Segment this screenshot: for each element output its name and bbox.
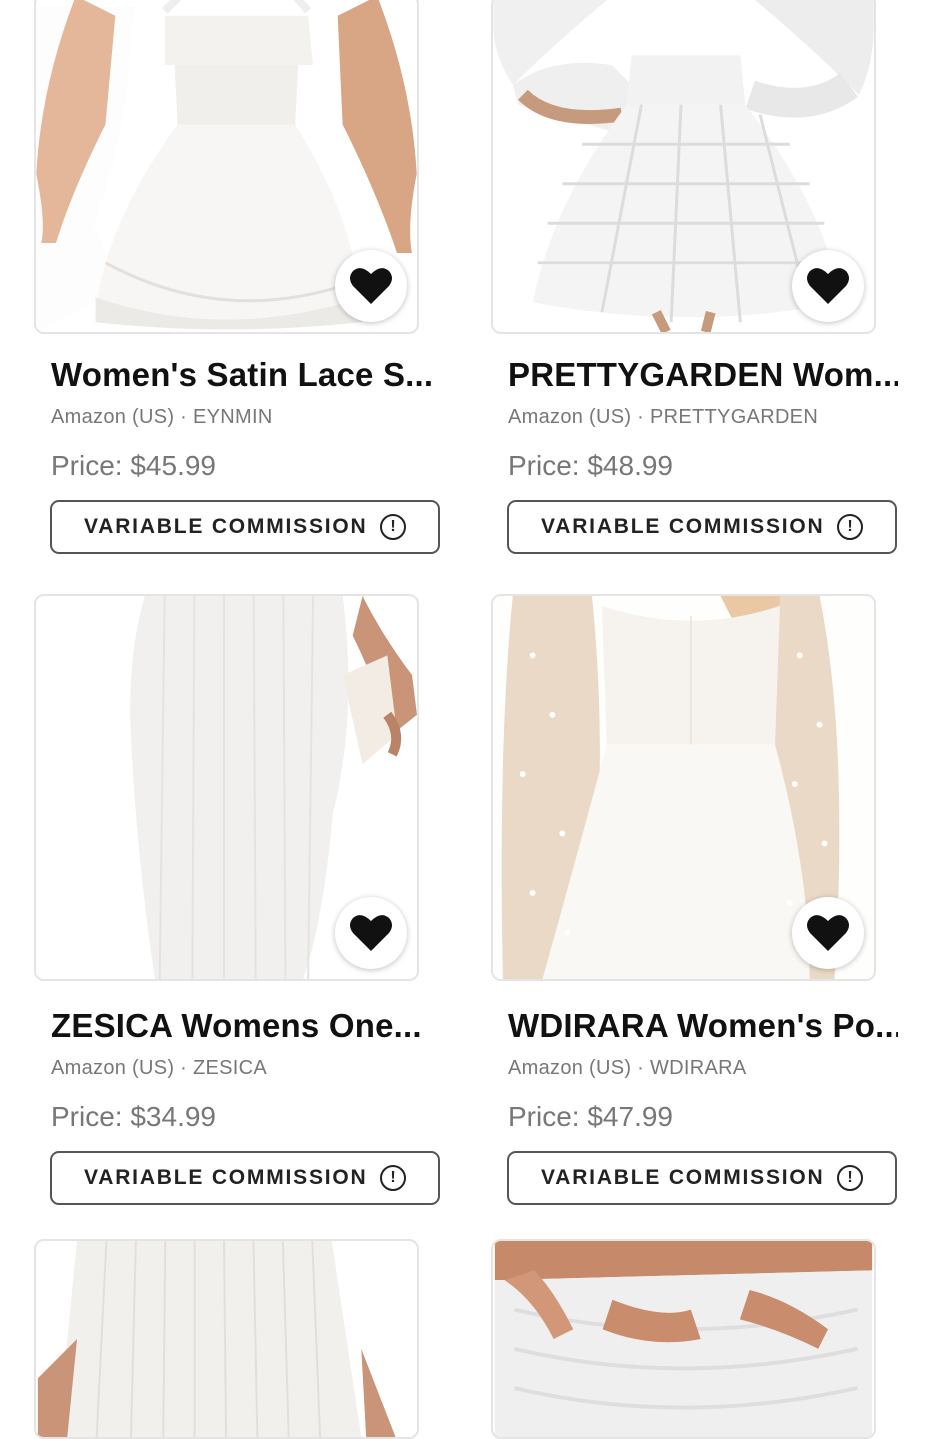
favorite-button[interactable]: [792, 897, 864, 969]
info-icon[interactable]: !: [380, 1165, 406, 1191]
info-icon[interactable]: !: [837, 1165, 863, 1191]
product-price: Price: $48.99: [508, 450, 673, 481]
product-image[interactable]: [34, 594, 419, 981]
commission-label: VARIABLE COMMISSION: [84, 515, 368, 538]
product-price: Price: $45.99: [51, 450, 216, 481]
dress-image: [494, 1241, 873, 1437]
product-image[interactable]: [34, 0, 419, 334]
product-merchant: Amazon (US) · PRETTYGARDEN: [508, 406, 819, 428]
favorite-button[interactable]: [792, 250, 864, 322]
favorite-button[interactable]: [335, 250, 407, 322]
product-image[interactable]: [491, 0, 876, 334]
dress-image: [37, 1241, 416, 1437]
product-merchant: Amazon (US) · EYNMIN: [51, 406, 273, 428]
heart-icon: [350, 268, 392, 304]
product-price: Price: $34.99: [51, 1101, 216, 1132]
variable-commission-button[interactable]: VARIABLE COMMISSION !: [507, 500, 897, 554]
info-icon[interactable]: !: [380, 514, 406, 540]
product-title[interactable]: WDIRARA Women's Po...: [508, 1007, 898, 1045]
product-image[interactable]: [34, 1239, 419, 1439]
commission-label: VARIABLE COMMISSION: [84, 1166, 368, 1189]
commission-label: VARIABLE COMMISSION: [541, 1166, 825, 1189]
product-image[interactable]: [491, 1239, 876, 1439]
variable-commission-button[interactable]: VARIABLE COMMISSION !: [507, 1151, 897, 1205]
info-icon[interactable]: !: [837, 514, 863, 540]
heart-icon: [807, 268, 849, 304]
product-title[interactable]: ZESICA Womens One...: [51, 1007, 441, 1045]
variable-commission-button[interactable]: VARIABLE COMMISSION !: [50, 500, 440, 554]
heart-icon: [350, 915, 392, 951]
product-title[interactable]: PRETTYGARDEN Wom...: [508, 356, 898, 394]
product-merchant: Amazon (US) · ZESICA: [51, 1057, 268, 1079]
product-title[interactable]: Women's Satin Lace S...: [51, 356, 441, 394]
product-price: Price: $47.99: [508, 1101, 673, 1132]
variable-commission-button[interactable]: VARIABLE COMMISSION !: [50, 1151, 440, 1205]
product-image[interactable]: [491, 594, 876, 981]
favorite-button[interactable]: [335, 897, 407, 969]
commission-label: VARIABLE COMMISSION: [541, 515, 825, 538]
heart-icon: [807, 915, 849, 951]
product-merchant: Amazon (US) · WDIRARA: [508, 1057, 747, 1079]
